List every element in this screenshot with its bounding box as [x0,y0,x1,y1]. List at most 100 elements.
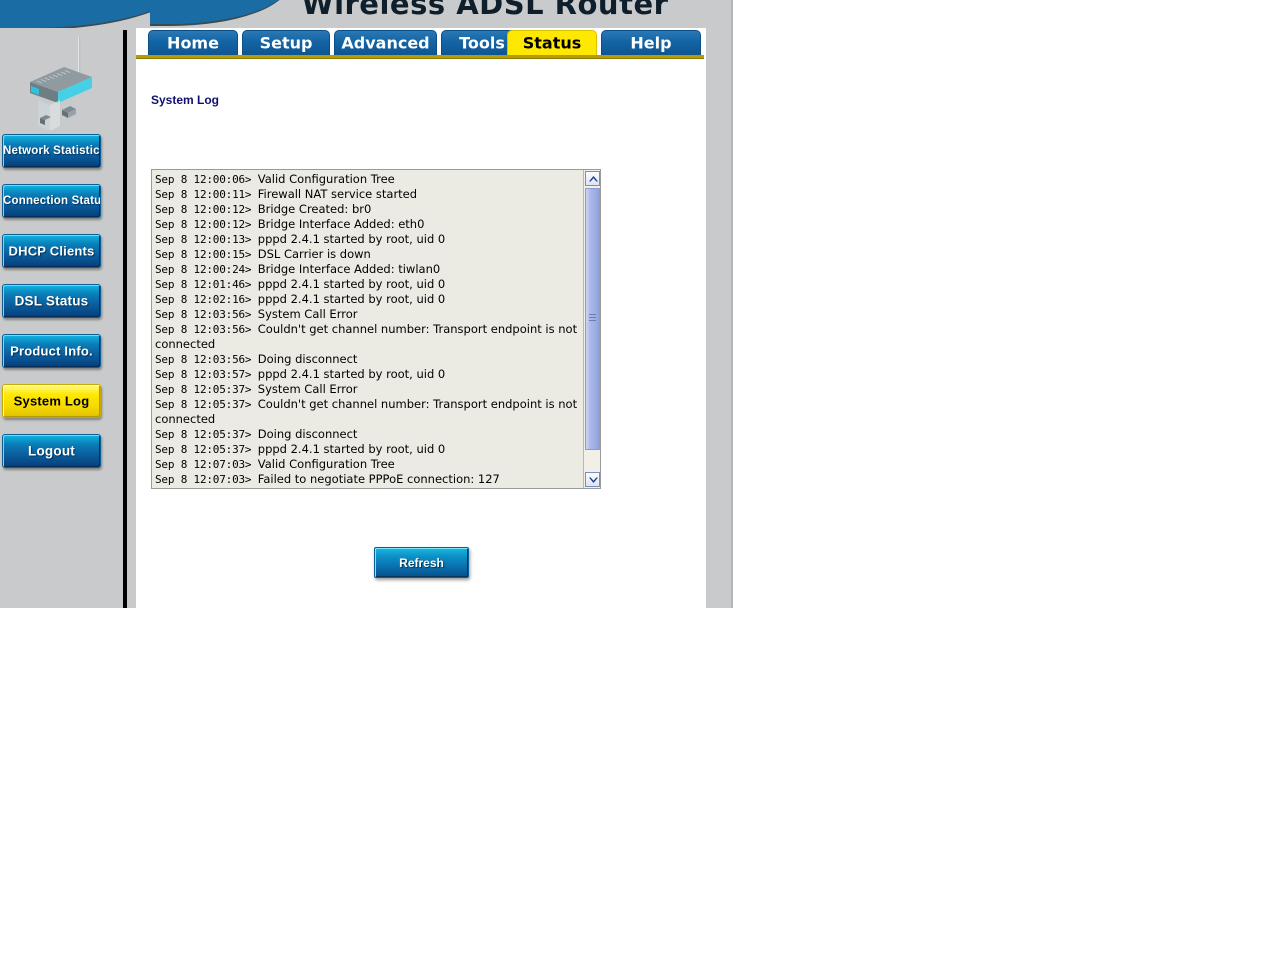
tab-home[interactable]: Home [148,30,238,55]
tab-underline-shadow [136,58,704,59]
sidebar-item-label: Network Statistics [3,145,101,157]
tab-label: Help [630,33,672,53]
page-banner: Wireless ADSL Router [0,0,733,28]
log-entry-timestamp: Sep 8 12:00:12> [155,218,258,231]
log-entry: Sep 8 12:00:12> Bridge Created: br0 [155,202,583,217]
wireless-router-illustration [30,37,92,130]
log-entry-message: Doing disconnect [257,352,358,366]
tab-help[interactable]: Help [601,30,701,55]
log-entry: Sep 8 12:03:56> System Call Error [155,307,583,322]
log-entry-timestamp: Sep 8 12:05:37> [155,443,258,456]
log-entry: Sep 8 12:07:03> Failed to negotiate PPPo… [155,472,583,487]
sidebar-item-label: System Log [13,393,90,409]
grip-icon [589,314,596,324]
log-entry-timestamp: Sep 8 12:05:37> [155,428,258,441]
sidebar-item-system-log[interactable]: System Log [2,384,101,418]
log-entry-message: System Call Error [257,382,358,396]
log-entry-timestamp: Sep 8 12:05:37> [155,398,258,411]
tab-label: Home [167,33,219,53]
log-entry-message: Valid Configuration Tree [257,457,395,471]
page-right-gutter [706,0,733,608]
log-entry: Sep 8 12:03:56> Doing disconnect [155,352,583,367]
sidebar-item-product-info[interactable]: Product Info. [2,334,101,368]
log-entry: Sep 8 12:05:37> Couldn't get channel num… [155,397,583,427]
log-entry: Sep 8 12:00:13> pppd 2.4.1 started by ro… [155,232,583,247]
log-entry-message: pppd 2.4.1 started by root, uid 0 [257,292,446,306]
page-title: System Log [151,93,220,107]
log-entry: Sep 8 12:00:15> DSL Carrier is down [155,247,583,262]
log-entry-message: Bridge Created: br0 [257,202,372,216]
scroll-down-button[interactable] [585,472,600,487]
chevron-up-icon [589,176,598,182]
log-entry-message: pppd 2.4.1 started by root, uid 0 [257,277,446,291]
log-entry: Sep 8 12:00:06> Valid Configuration Tree [155,172,583,187]
log-entry-timestamp: Sep 8 12:00:15> [155,248,258,261]
log-entry: Sep 8 12:00:24> Bridge Interface Added: … [155,262,583,277]
log-entry-timestamp: Sep 8 12:03:57> [155,368,258,381]
router-admin-page: Wireless ADSL Router Network Statistics … [0,0,733,608]
log-entry-message: Firewall NAT service started [257,187,418,201]
tab-label: Advanced [341,33,430,53]
sidebar-item-label: Product Info. [10,343,93,359]
log-entry-message: DSL Carrier is down [257,247,371,261]
tab-label: Status [522,33,582,53]
log-entry: Sep 8 12:05:37> pppd 2.4.1 started by ro… [155,442,583,457]
sidebar-item-dhcp-clients[interactable]: DHCP Clients [2,234,101,268]
product-title: Wireless ADSL Router [301,0,669,21]
tab-advanced[interactable]: Advanced [334,30,437,55]
sidebar-item-connection-status[interactable]: Connection Status [2,184,101,218]
log-entry-timestamp: Sep 8 12:03:56> [155,308,258,321]
log-entry-message: Bridge Interface Added: eth0 [257,217,425,231]
log-entry-message: Valid Configuration Tree [257,172,395,186]
log-entry: Sep 8 12:05:37> Doing disconnect [155,427,583,442]
sidebar-item-label: Logout [28,443,75,459]
tab-status[interactable]: Status [507,30,597,55]
log-entry-timestamp: Sep 8 12:00:11> [155,188,258,201]
log-entry-timestamp: Sep 8 12:05:37> [155,383,258,396]
log-entry-message: Bridge Interface Added: tiwlan0 [257,262,441,276]
sidebar-item-label: DSL Status [14,293,89,309]
sidebar-item-label: Connection Status [3,195,101,207]
log-entry-timestamp: Sep 8 12:02:16> [155,293,258,306]
log-entry: Sep 8 12:02:16> pppd 2.4.1 started by ro… [155,292,583,307]
scroll-thumb[interactable] [585,188,600,450]
sidebar-item-dsl-status[interactable]: DSL Status [2,284,101,318]
log-entry-timestamp: Sep 8 12:00:06> [155,173,258,186]
refresh-button[interactable]: Refresh [374,547,469,578]
system-log-content: Sep 8 12:00:06> Valid Configuration Tree… [155,172,583,487]
sidebar-item-network-statistics[interactable]: Network Statistics [2,134,101,168]
page-right-edge [731,0,733,608]
log-entry: Sep 8 12:05:37> System Call Error [155,382,583,397]
log-entry-timestamp: Sep 8 12:00:24> [155,263,258,276]
log-entry: Sep 8 12:01:46> pppd 2.4.1 started by ro… [155,277,583,292]
log-entry-timestamp: Sep 8 12:01:46> [155,278,258,291]
log-entry-message: pppd 2.4.1 started by root, uid 0 [257,232,446,246]
scroll-up-button[interactable] [585,171,600,186]
log-entry-timestamp: Sep 8 12:03:56> [155,353,258,366]
sidebar: Network Statistics Connection Status DHC… [0,28,123,608]
log-entry-timestamp: Sep 8 12:07:03> [155,473,258,486]
sidebar-divider-gutter [127,30,136,608]
log-entry: Sep 8 12:03:56> Couldn't get channel num… [155,322,583,352]
system-log-textarea[interactable]: Sep 8 12:00:06> Valid Configuration Tree… [151,169,601,489]
content-pane: Home Setup Advanced Tools Status Help Sy… [136,28,706,608]
tab-bar: Home Setup Advanced Tools Status Help [136,30,706,56]
log-entry: Sep 8 12:03:57> pppd 2.4.1 started by ro… [155,367,583,382]
chevron-down-icon [589,477,598,483]
log-entry-message: pppd 2.4.1 started by root, uid 0 [257,442,446,456]
log-entry-timestamp: Sep 8 12:00:12> [155,203,258,216]
log-entry-timestamp: Sep 8 12:07:03> [155,458,258,471]
log-entry-message: pppd 2.4.1 started by root, uid 0 [257,367,446,381]
log-entry-message: Failed to negotiate PPPoE connection: 12… [257,472,500,486]
refresh-button-label: Refresh [399,555,444,570]
sidebar-item-label: DHCP Clients [8,243,95,259]
tab-label: Setup [259,33,313,53]
sidebar-item-logout[interactable]: Logout [2,434,101,468]
tab-setup[interactable]: Setup [242,30,330,55]
log-entry-message: Doing disconnect [257,427,358,441]
log-entry-message: System Call Error [257,307,358,321]
log-entry: Sep 8 12:00:12> Bridge Interface Added: … [155,217,583,232]
log-scrollbar[interactable] [583,170,600,488]
log-entry-timestamp: Sep 8 12:03:56> [155,323,258,336]
log-entry-timestamp: Sep 8 12:00:13> [155,233,258,246]
